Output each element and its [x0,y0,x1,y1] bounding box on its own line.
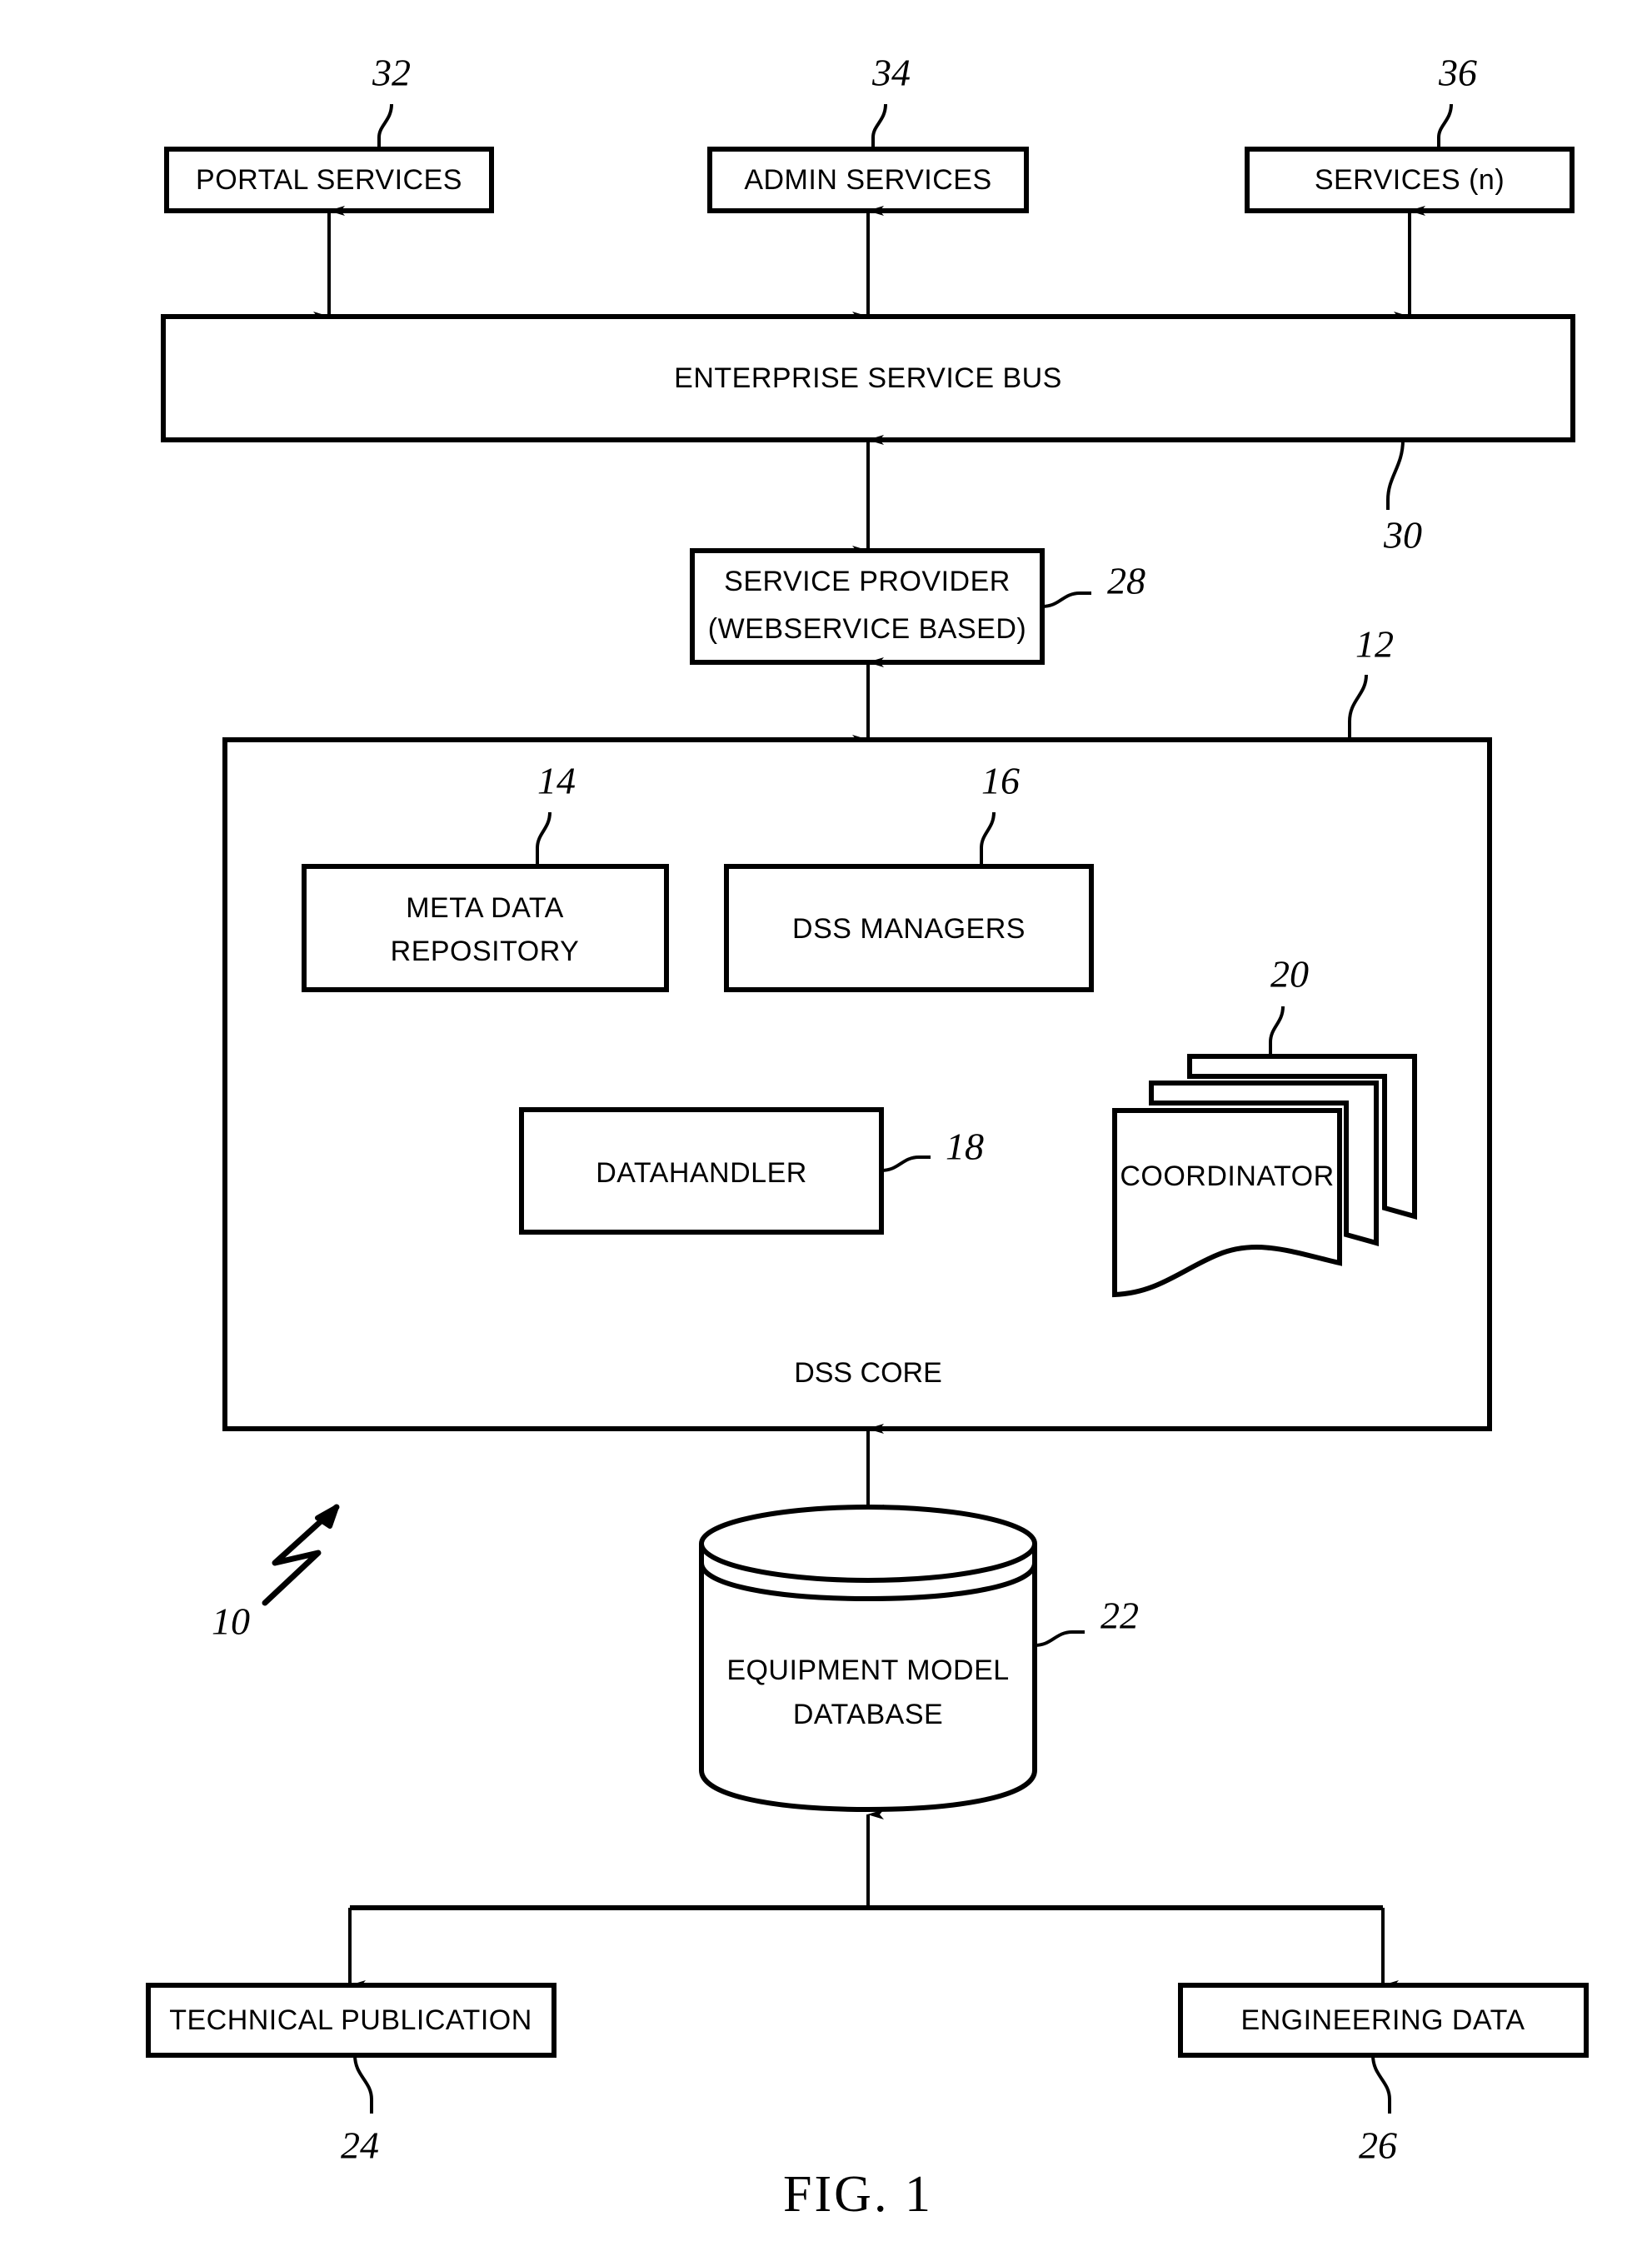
leader-line-28 [1041,591,1091,608]
leader-line-12 [1348,674,1368,740]
ref-number-20: 20 [1270,953,1309,996]
admin-services-node[interactable]: ADMIN SERVICES 34 [707,52,1029,322]
leader-line-30 [1386,439,1405,510]
ref-number-32: 32 [372,52,411,94]
ref-number-30: 30 [1383,514,1422,557]
meta-data-repository-box[interactable] [302,864,669,992]
dss-core-label: DSS CORE [794,1357,942,1389]
ref-number-36: 36 [1438,52,1477,94]
dss-managers-label: DSS MANAGERS [792,913,1026,945]
ref-number-16: 16 [981,760,1020,802]
database-label-line2: DATABASE [793,1699,943,1730]
leader-line-22 [1034,1630,1085,1647]
dss-core-container[interactable]: 12 DSS CORE META DATA REPOSITORY 14 DSS … [222,623,1492,1431]
ref-number-22: 22 [1101,1595,1139,1637]
patent-figure: PORTAL SERVICES 32 ADMIN SERVICES 34 SER… [0,0,1652,2256]
ref-number-12: 12 [1355,623,1394,666]
services-n-node[interactable]: SERVICES (n) 36 [1245,52,1575,322]
leader-line-32 [377,103,393,149]
ref-number-26: 26 [1359,2124,1397,2167]
ref-number-24: 24 [341,2124,379,2167]
source-feed-branch [348,1809,1399,1990]
database-label-line1: EQUIPMENT MODEL [726,1655,1009,1686]
ref-number-10: 10 [212,1600,250,1643]
ref-number-18: 18 [946,1126,984,1168]
service-provider-label-line2: (WEBSERVICE BASED) [708,613,1026,645]
ref-number-28: 28 [1107,560,1145,602]
service-provider-node[interactable]: SERVICE PROVIDER (WEBSERVICE BASED) 28 [690,548,1145,745]
equipment-model-database-node[interactable]: EQUIPMENT MODEL DATABASE 22 [699,1424,1139,1813]
meta-data-repository-label-line2: REPOSITORY [391,936,580,967]
leader-line-36 [1437,103,1453,149]
enterprise-service-bus-label: ENTERPRISE SERVICE BUS [674,362,1062,394]
ref-number-34: 34 [871,52,911,94]
diagram-canvas: PORTAL SERVICES 32 ADMIN SERVICES 34 SER… [146,52,1589,2223]
database-cylinder-top [699,1505,1037,1583]
leader-line-26 [1371,2054,1391,2114]
engineering-data-label: ENGINEERING DATA [1240,2004,1525,2036]
portal-services-label: PORTAL SERVICES [196,164,462,196]
figure-caption: FIG. 1 [783,2166,933,2223]
engineering-data-node[interactable]: ENGINEERING DATA 26 [1178,1983,1589,2167]
service-provider-label-line1: SERVICE PROVIDER [724,566,1011,597]
services-n-label: SERVICES (n) [1315,164,1505,196]
datahandler-label: DATAHANDLER [596,1157,807,1189]
technical-publication-label: TECHNICAL PUBLICATION [169,2004,532,2036]
admin-services-label: ADMIN SERVICES [744,164,991,196]
portal-services-node[interactable]: PORTAL SERVICES 32 [164,52,494,322]
system-reference-marker: 10 [212,1504,340,1643]
coordinator-label: COORDINATOR [1120,1160,1334,1192]
ref-number-14: 14 [537,760,576,802]
leader-line-34 [871,103,887,149]
leader-line-24 [353,2054,373,2114]
enterprise-service-bus-node[interactable]: ENTERPRISE SERVICE BUS 30 [161,314,1575,557]
meta-data-repository-label-line1: META DATA [406,892,564,924]
technical-publication-node[interactable]: TECHNICAL PUBLICATION 24 [146,1983,556,2167]
